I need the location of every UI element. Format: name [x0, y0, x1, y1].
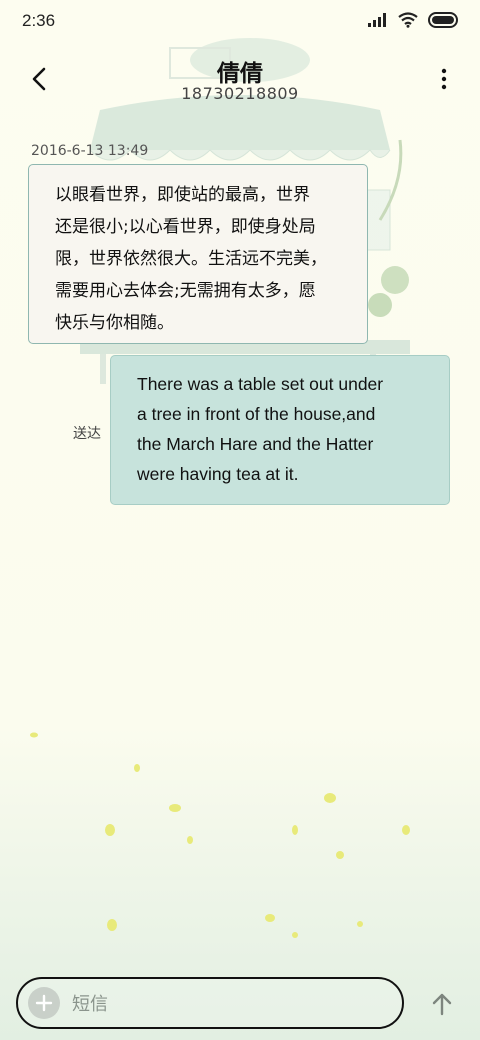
- message-line: the March Hare and the Hatter: [137, 434, 374, 454]
- message-timestamp: 2016-6-13 13:49: [31, 143, 149, 159]
- plus-icon: [35, 994, 53, 1012]
- message-line: 快乐与你相随。: [55, 313, 174, 333]
- signal-icon: [368, 13, 386, 27]
- petals-decoration: [30, 732, 410, 938]
- compose-bar: [16, 977, 404, 1029]
- incoming-message-bubble[interactable]: 以眼看世界，即使站的最高，世界 还是很小;以心看世界，即使身处局 限，世界依然很…: [28, 164, 368, 344]
- message-line: 还是很小;以心看世界，即使身处局: [55, 217, 316, 237]
- message-line: 以眼看世界，即使站的最高，世界: [55, 185, 310, 205]
- conversation-header: 倩倩 18730218809: [0, 44, 480, 118]
- message-line: were having tea at it.: [137, 464, 299, 484]
- send-button[interactable]: [428, 990, 456, 1018]
- status-icons: [368, 12, 460, 28]
- message-line: 需要用心去体会;无需拥有太多，愿: [55, 281, 316, 301]
- status-bar: 2:36: [0, 0, 480, 44]
- delivery-status: 送达: [73, 426, 101, 442]
- contact-number: 18730218809: [181, 84, 299, 103]
- message-line: 限，世界依然很大。生活远不完美，: [55, 249, 327, 269]
- more-options-button[interactable]: [434, 64, 454, 94]
- message-input[interactable]: [70, 989, 394, 1019]
- status-time: 2:36: [22, 11, 56, 30]
- send-arrow-icon: [432, 993, 452, 1016]
- add-attachment-button[interactable]: [28, 987, 60, 1019]
- wifi-icon: [398, 12, 418, 28]
- message-line: a tree in front of the house,and: [137, 404, 376, 424]
- message-line: There was a table set out under: [137, 374, 384, 394]
- battery-icon: [428, 12, 458, 28]
- more-vertical-icon: [441, 68, 447, 90]
- contact-name: 倩倩: [217, 61, 263, 87]
- outgoing-message-bubble[interactable]: There was a table set out under a tree i…: [110, 355, 450, 505]
